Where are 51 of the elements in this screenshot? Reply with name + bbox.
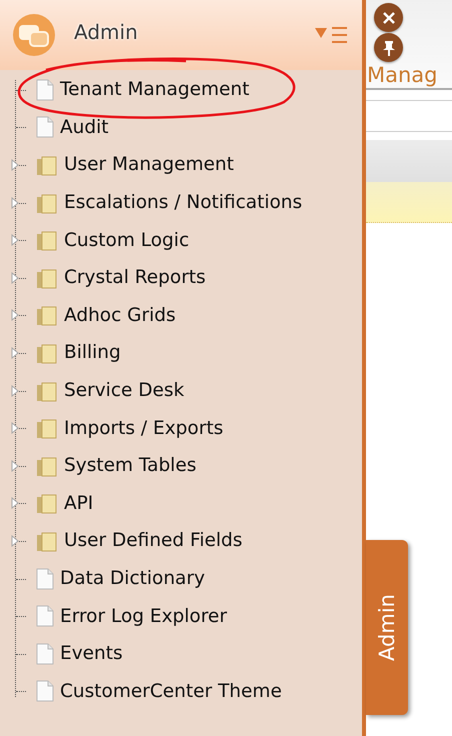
folder-icon bbox=[36, 530, 58, 552]
tree-item[interactable]: Escalations / Notifications bbox=[64, 192, 302, 214]
expand-arrow-icon[interactable] bbox=[11, 384, 19, 397]
tree-item[interactable]: CustomerCenter Theme bbox=[60, 680, 282, 702]
expand-arrow-icon[interactable] bbox=[11, 158, 19, 171]
tree-item[interactable]: System Tables bbox=[64, 455, 196, 476]
tree-item[interactable]: Tenant Management bbox=[60, 79, 250, 100]
document-icon bbox=[36, 680, 54, 702]
expand-arrow-icon[interactable] bbox=[11, 497, 19, 510]
tree-item[interactable]: Events bbox=[60, 643, 123, 664]
document-icon bbox=[36, 642, 54, 665]
document-icon bbox=[36, 116, 54, 138]
folder-icon bbox=[36, 229, 58, 252]
expand-arrow-icon[interactable] bbox=[11, 309, 19, 322]
folder-icon bbox=[36, 192, 58, 214]
panel-title: Admin bbox=[74, 20, 139, 44]
tree-item[interactable]: Data Dictionary bbox=[60, 568, 205, 590]
tree-item[interactable]: API bbox=[64, 492, 94, 514]
chat-bubbles-icon bbox=[12, 13, 56, 57]
search-field[interactable] bbox=[366, 100, 452, 132]
expand-arrow-icon[interactable] bbox=[11, 234, 19, 246]
tree-item[interactable]: User Management bbox=[64, 154, 234, 176]
document-icon bbox=[36, 605, 54, 628]
expand-arrow-icon[interactable] bbox=[11, 196, 19, 209]
page-title: Manag bbox=[366, 64, 438, 86]
close-icon bbox=[382, 10, 396, 24]
folder-icon bbox=[36, 454, 58, 477]
folder-icon bbox=[36, 266, 58, 289]
tree-item[interactable]: Custom Logic bbox=[64, 230, 190, 251]
folder-icon bbox=[36, 417, 58, 440]
tree-item[interactable]: Billing bbox=[64, 342, 121, 364]
expand-arrow-icon[interactable] bbox=[11, 346, 19, 359]
tree-item[interactable]: Error Log Explorer bbox=[60, 606, 227, 627]
tree-item[interactable]: User Defined Fields bbox=[64, 530, 242, 552]
expand-arrow-icon[interactable] bbox=[11, 460, 19, 472]
expand-arrow-icon[interactable] bbox=[11, 272, 19, 284]
document-icon bbox=[36, 78, 54, 101]
folder-icon bbox=[36, 304, 58, 326]
tree-item[interactable]: Imports / Exports bbox=[64, 418, 224, 439]
folder-icon bbox=[36, 380, 58, 402]
document-icon bbox=[36, 568, 54, 590]
tree-item[interactable]: Service Desk bbox=[64, 380, 184, 402]
expand-arrow-icon[interactable] bbox=[11, 422, 19, 434]
tree-item[interactable]: Crystal Reports bbox=[64, 267, 206, 288]
folder-icon bbox=[36, 342, 58, 364]
folder-icon bbox=[36, 492, 58, 514]
pin-icon bbox=[382, 40, 396, 56]
tree-item[interactable]: Adhoc Grids bbox=[64, 304, 176, 326]
expand-arrow-icon[interactable] bbox=[11, 534, 19, 547]
tree-item[interactable]: Audit bbox=[60, 116, 109, 138]
folder-icon bbox=[36, 154, 58, 176]
